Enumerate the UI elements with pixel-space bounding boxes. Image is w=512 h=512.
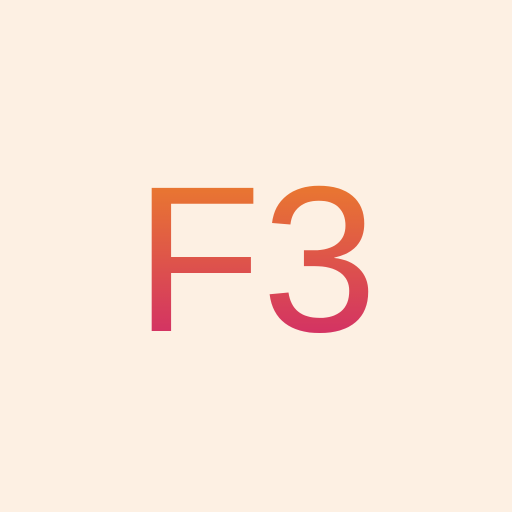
logo-mark: F3 [135,144,378,376]
app-icon-canvas: F3 [0,0,512,512]
logo-text: F3 [135,144,378,376]
